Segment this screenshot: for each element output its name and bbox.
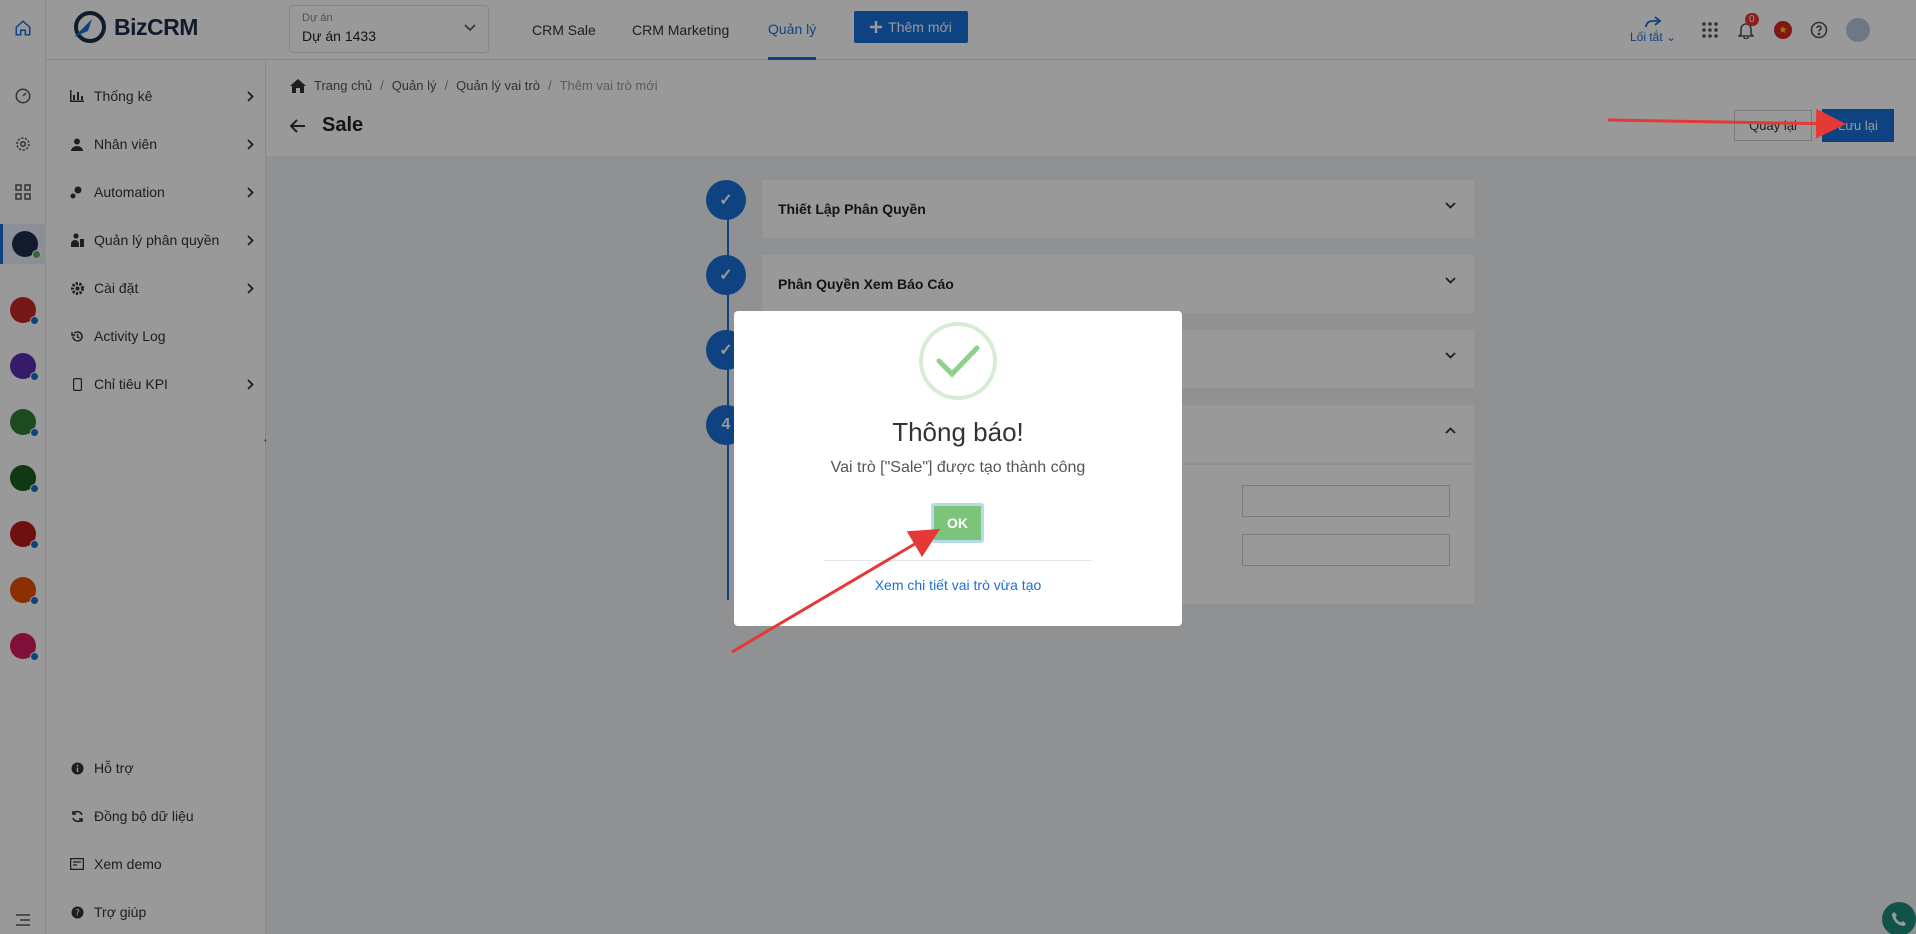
- dialog-title: Thông báo!: [892, 417, 1024, 447]
- ok-button[interactable]: OK: [931, 503, 984, 543]
- dialog-message: Vai trò ["Sale"] được tạo thành công: [830, 459, 1086, 476]
- success-check-icon: [919, 322, 997, 400]
- view-role-detail-link[interactable]: Xem chi tiết vai trò vừa tạo: [734, 577, 1182, 593]
- success-dialog: Thông báo! Vai trò ["Sale"] được tạo thà…: [734, 311, 1182, 626]
- dialog-divider: [824, 560, 1092, 561]
